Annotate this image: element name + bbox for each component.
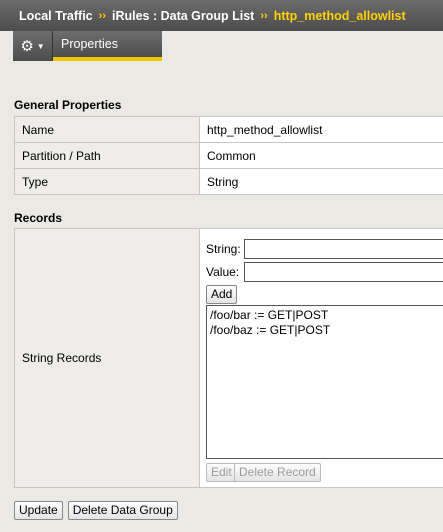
type-label: Type (14, 168, 200, 195)
gear-icon: ⚙ (20, 37, 34, 55)
records-list[interactable]: /foo/bar := GET|POST /foo/baz := GET|POS… (206, 305, 443, 459)
records-heading: Records (14, 211, 63, 225)
breadcrumb-separator: ›› (98, 9, 106, 22)
add-button[interactable]: Add (206, 285, 238, 304)
list-item[interactable]: /foo/bar := GET|POST (210, 308, 443, 323)
delete-data-group-button[interactable]: Delete Data Group (67, 501, 178, 520)
string-label: String: (206, 242, 241, 256)
value-input[interactable] (244, 262, 443, 282)
type-value: String (199, 168, 443, 195)
name-value: http_method_allowlist (199, 116, 443, 143)
gear-menu-button[interactable]: ⚙ ▼ (13, 31, 53, 61)
chevron-down-icon: ▼ (36, 41, 45, 51)
general-properties-table: Name http_method_allowlist Partition / P… (14, 116, 443, 195)
name-label: Name (14, 116, 200, 143)
tab-bar: ⚙ ▼ Properties (0, 31, 443, 61)
tab-properties[interactable]: Properties (53, 31, 162, 61)
string-field-row: String: (206, 239, 443, 259)
records-panel: String Records String: Value: Add /foo/b… (14, 228, 443, 488)
partition-value: Common (199, 142, 443, 169)
footer-actions: Update Delete Data Group (14, 501, 178, 520)
list-item[interactable]: /foo/baz := GET|POST (210, 323, 443, 338)
table-row: Type String (14, 168, 443, 195)
general-properties-heading: General Properties (14, 98, 122, 112)
string-records-label: String Records (15, 229, 200, 487)
value-field-row: Value: (206, 262, 443, 282)
delete-record-button[interactable]: Delete Record (234, 463, 321, 482)
breadcrumb: Local Traffic ›› iRules : Data Group Lis… (0, 0, 443, 31)
string-input[interactable] (244, 239, 443, 259)
table-row: Name http_method_allowlist (14, 116, 443, 143)
breadcrumb-data-group-list[interactable]: iRules : Data Group List (112, 9, 254, 23)
breadcrumb-current: http_method_allowlist (273, 8, 406, 23)
breadcrumb-local-traffic[interactable]: Local Traffic (19, 9, 93, 23)
value-label: Value: (206, 265, 240, 279)
edit-button[interactable]: Edit (206, 463, 237, 482)
partition-label: Partition / Path (14, 142, 200, 169)
update-button[interactable]: Update (14, 501, 63, 520)
breadcrumb-separator: ›› (260, 9, 268, 22)
table-row: Partition / Path Common (14, 142, 443, 169)
